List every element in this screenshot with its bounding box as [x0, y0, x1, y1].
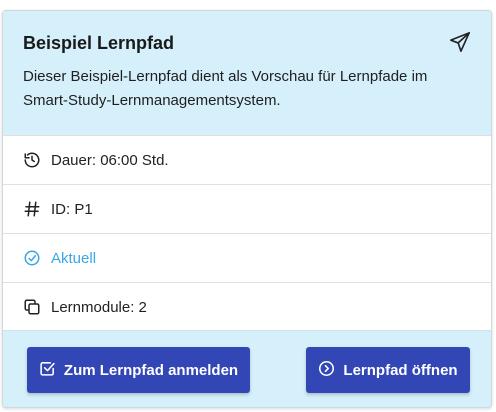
card-footer: Zum Lernpfad anmelden Lernpfad öffnen	[3, 330, 491, 407]
id-row: ID: P1	[3, 184, 491, 233]
send-icon[interactable]	[449, 31, 471, 53]
duration-row: Dauer: 06:00 Std.	[3, 135, 491, 184]
id-text: ID: P1	[51, 200, 93, 218]
card-title: Beispiel Lernpfad	[23, 33, 175, 53]
chevron-circle-icon	[318, 360, 335, 381]
card-header: Beispiel Lernpfad Dieser Beispiel-Lernpf…	[3, 11, 491, 135]
modules-text: Lernmodule: 2	[51, 298, 147, 316]
enroll-button[interactable]: Zum Lernpfad anmelden	[27, 347, 250, 393]
check-circle-icon	[23, 249, 41, 267]
status-text: Aktuell	[51, 249, 97, 267]
checkbox-icon	[39, 360, 56, 381]
card-description: Dieser Beispiel-Lernpfad dient als Vorsc…	[23, 68, 428, 109]
learning-path-card: Beispiel Lernpfad Dieser Beispiel-Lernpf…	[2, 10, 492, 408]
hash-icon	[23, 200, 41, 218]
duration-text: Dauer: 06:00 Std.	[51, 151, 169, 169]
history-icon	[23, 151, 41, 169]
enroll-button-label: Zum Lernpfad anmelden	[63, 361, 239, 379]
open-path-button-label: Lernpfad öffnen	[343, 361, 458, 379]
copy-icon	[23, 298, 41, 316]
modules-row: Lernmodule: 2	[3, 282, 491, 331]
open-path-button[interactable]: Lernpfad öffnen	[306, 347, 470, 393]
status-row: Aktuell	[3, 233, 491, 282]
